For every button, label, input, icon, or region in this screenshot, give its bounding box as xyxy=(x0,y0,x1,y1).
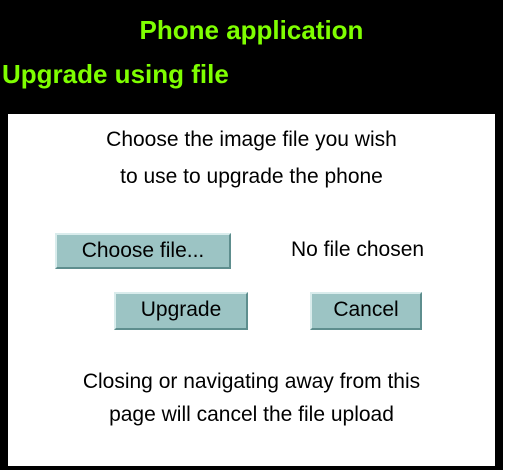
app-title: Phone application xyxy=(139,15,364,45)
cancel-button[interactable]: Cancel xyxy=(310,292,422,330)
upgrade-panel: Choose the image file you wish to use to… xyxy=(8,114,495,466)
app-window: Phone application Upgrade using file Cho… xyxy=(0,0,503,470)
page-title: Upgrade using file xyxy=(2,59,229,89)
choose-file-button[interactable]: Choose file... xyxy=(55,233,231,269)
upgrade-button[interactable]: Upgrade xyxy=(114,292,248,330)
warning-note-line2: page will cancel the file upload xyxy=(109,403,394,426)
prompt-text-line2: to use to upgrade the phone xyxy=(120,165,383,188)
warning-note-line1: Closing or navigating away from this xyxy=(82,370,421,393)
prompt-text-line1: Choose the image file you wish xyxy=(106,128,397,151)
file-status-text: No file chosen xyxy=(291,238,425,261)
